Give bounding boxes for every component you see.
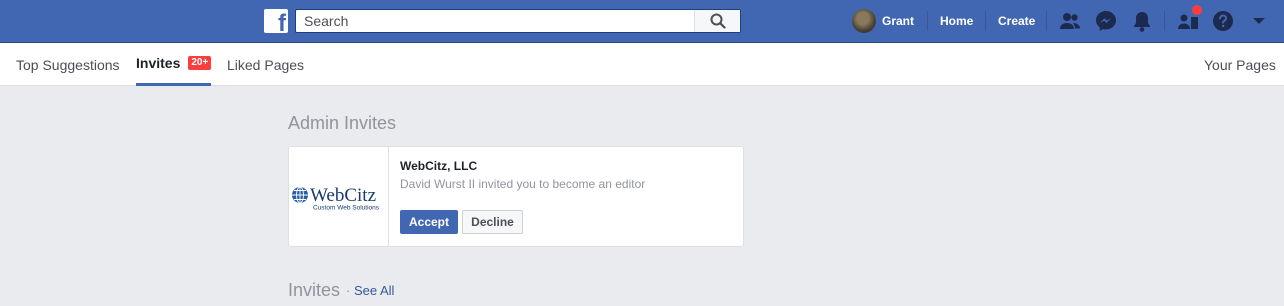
accept-button[interactable]: Accept [400, 210, 458, 234]
logo-letter: f [278, 10, 286, 34]
page-logo[interactable]: WebCitz Custom Web Solutions [289, 147, 389, 246]
notification-dot [1192, 5, 1202, 15]
separator-dot: · [346, 283, 351, 298]
page-name-link[interactable]: WebCitz, LLC [400, 159, 645, 173]
account-menu-button[interactable] [1247, 9, 1271, 33]
tab-label: Invites [136, 55, 181, 71]
invite-description: David Wurst II invited you to become an … [400, 177, 646, 191]
help-button[interactable] [1211, 9, 1235, 33]
home-label: Home [940, 14, 974, 28]
decline-button[interactable]: Decline [462, 210, 523, 234]
search-icon [710, 13, 726, 29]
pages-button[interactable] [1176, 5, 1202, 33]
tab-invites[interactable]: Invites 20+ [136, 43, 212, 86]
invites-count-badge: 20+ [188, 56, 212, 70]
home-link[interactable]: Home [940, 0, 973, 42]
tab-label: Liked Pages [227, 56, 305, 73]
profile-link[interactable]: Grant [852, 0, 914, 42]
see-all-link[interactable]: See All [354, 283, 394, 298]
help-icon [1213, 11, 1233, 31]
your-pages-label: Your Pages [1204, 56, 1276, 73]
invite-details: WebCitz, LLC David Wurst II invited you … [400, 159, 645, 191]
admin-invites-heading: Admin Invites [288, 113, 397, 133]
webcitz-logo: WebCitz Custom Web Solutions [291, 185, 380, 211]
search-button[interactable] [694, 10, 740, 32]
logo-tagline: Custom Web Solutions [313, 204, 380, 211]
top-navigation-bar: f Grant Home Create [0, 0, 1284, 43]
divider [1046, 11, 1047, 31]
notifications-icon [1134, 12, 1150, 32]
messenger-icon [1096, 11, 1116, 31]
chevron-down-icon [1253, 18, 1265, 24]
notifications-button[interactable] [1130, 9, 1154, 33]
facebook-logo-icon[interactable]: f [264, 9, 288, 33]
divider [985, 11, 986, 31]
tab-top-suggestions[interactable]: Top Suggestions [16, 43, 120, 86]
create-label: Create [998, 14, 1036, 28]
tab-liked-pages[interactable]: Liked Pages [227, 43, 304, 86]
see-all-row: · See All [346, 283, 394, 298]
invites-heading: Invites [288, 280, 341, 300]
friends-icon [1060, 13, 1080, 29]
messenger-button[interactable] [1094, 9, 1118, 33]
friend-requests-button[interactable] [1058, 9, 1082, 33]
search-input[interactable] [296, 10, 694, 32]
search-bar [295, 9, 741, 33]
your-pages-link[interactable]: Your Pages [1204, 43, 1276, 86]
divider [927, 11, 928, 31]
create-link[interactable]: Create [998, 0, 1035, 42]
avatar [852, 9, 876, 33]
admin-invite-card: WebCitz Custom Web Solutions WebCitz, LL… [288, 146, 744, 247]
logo-text: WebCitz [310, 185, 376, 206]
tab-label: Top Suggestions [16, 56, 120, 73]
profile-name: Grant [882, 14, 915, 28]
divider [1164, 11, 1165, 31]
pages-subnav: Top Suggestions Invites 20+ Liked Pages … [0, 43, 1284, 86]
